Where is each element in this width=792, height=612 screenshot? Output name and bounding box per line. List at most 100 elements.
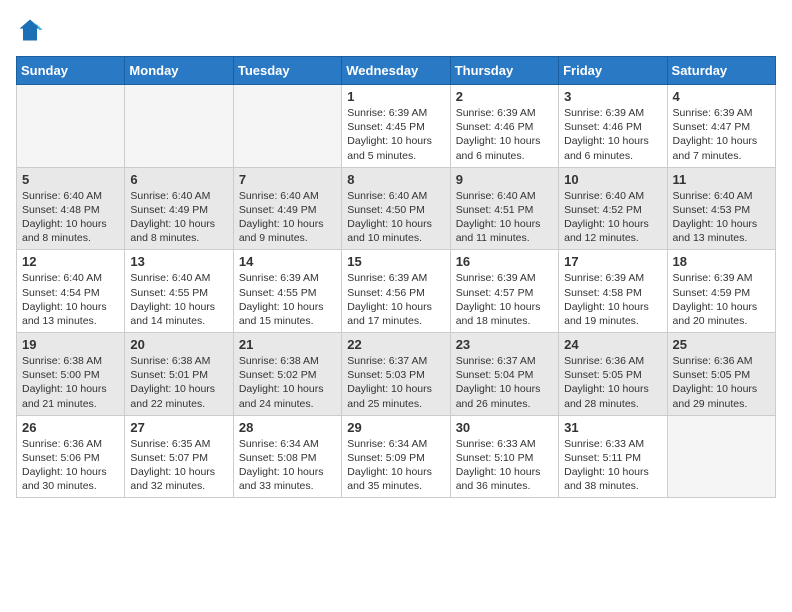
day-number: 31 [564, 420, 661, 435]
calendar-cell: 3 Sunrise: 6:39 AM Sunset: 4:46 PM Daylig… [559, 85, 667, 168]
day-number: 26 [22, 420, 119, 435]
weekday-header-saturday: Saturday [667, 57, 775, 85]
day-number: 29 [347, 420, 444, 435]
day-info: Sunrise: 6:39 AM Sunset: 4:59 PM Dayligh… [673, 271, 770, 328]
calendar-table: SundayMondayTuesdayWednesdayThursdayFrid… [16, 56, 776, 498]
day-info: Sunrise: 6:36 AM Sunset: 5:05 PM Dayligh… [564, 354, 661, 411]
weekday-header-monday: Monday [125, 57, 233, 85]
day-number: 11 [673, 172, 770, 187]
calendar-cell: 1 Sunrise: 6:39 AM Sunset: 4:45 PM Daylig… [342, 85, 450, 168]
day-info: Sunrise: 6:40 AM Sunset: 4:50 PM Dayligh… [347, 189, 444, 246]
weekday-header-thursday: Thursday [450, 57, 558, 85]
calendar-cell: 24 Sunrise: 6:36 AM Sunset: 5:05 PM Dayli… [559, 333, 667, 416]
day-number: 30 [456, 420, 553, 435]
calendar-cell: 4 Sunrise: 6:39 AM Sunset: 4:47 PM Daylig… [667, 85, 775, 168]
day-info: Sunrise: 6:39 AM Sunset: 4:46 PM Dayligh… [564, 106, 661, 163]
day-number: 25 [673, 337, 770, 352]
weekday-header-tuesday: Tuesday [233, 57, 341, 85]
day-number: 3 [564, 89, 661, 104]
day-number: 1 [347, 89, 444, 104]
day-info: Sunrise: 6:36 AM Sunset: 5:05 PM Dayligh… [673, 354, 770, 411]
day-number: 4 [673, 89, 770, 104]
calendar-cell: 14Sunrise: 6:39 AM Sunset: 4:55 PM Dayli… [233, 250, 341, 333]
day-number: 20 [130, 337, 227, 352]
day-number: 28 [239, 420, 336, 435]
calendar-cell: 29 Sunrise: 6:34 AM Sunset: 5:09 PM Dayli… [342, 415, 450, 498]
calendar-cell: 12 Sunrise: 6:40 AM Sunset: 4:54 PM Dayli… [17, 250, 125, 333]
day-number: 9 [456, 172, 553, 187]
calendar-week-row: 26 Sunrise: 6:36 AM Sunset: 5:06 PM Dayli… [17, 415, 776, 498]
calendar-cell [233, 85, 341, 168]
day-info: Sunrise: 6:38 AM Sunset: 5:02 PM Dayligh… [239, 354, 336, 411]
calendar-cell: 15 Sunrise: 6:39 AM Sunset: 4:56 PM Dayli… [342, 250, 450, 333]
day-info: Sunrise: 6:34 AM Sunset: 5:09 PM Dayligh… [347, 437, 444, 494]
day-info: Sunrise: 6:39 AM Sunset: 4:46 PM Dayligh… [456, 106, 553, 163]
calendar-cell: 17Sunrise: 6:39 AM Sunset: 4:58 PM Dayli… [559, 250, 667, 333]
day-number: 5 [22, 172, 119, 187]
weekday-header-row: SundayMondayTuesdayWednesdayThursdayFrid… [17, 57, 776, 85]
day-info: Sunrise: 6:37 AM Sunset: 5:03 PM Dayligh… [347, 354, 444, 411]
calendar-cell: 10 Sunrise: 6:40 AM Sunset: 4:52 PM Dayli… [559, 167, 667, 250]
day-number: 18 [673, 254, 770, 269]
day-number: 24 [564, 337, 661, 352]
calendar-week-row: 12 Sunrise: 6:40 AM Sunset: 4:54 PM Dayli… [17, 250, 776, 333]
day-info: Sunrise: 6:40 AM Sunset: 4:52 PM Dayligh… [564, 189, 661, 246]
calendar-cell: 11 Sunrise: 6:40 AM Sunset: 4:53 PM Dayli… [667, 167, 775, 250]
calendar-cell: 26 Sunrise: 6:36 AM Sunset: 5:06 PM Dayli… [17, 415, 125, 498]
calendar-cell: 30 Sunrise: 6:33 AM Sunset: 5:10 PM Dayli… [450, 415, 558, 498]
day-number: 19 [22, 337, 119, 352]
page-header [16, 16, 776, 44]
day-number: 7 [239, 172, 336, 187]
calendar-cell: 31 Sunrise: 6:33 AM Sunset: 5:11 PM Dayli… [559, 415, 667, 498]
calendar-week-row: 5 Sunrise: 6:40 AM Sunset: 4:48 PM Daylig… [17, 167, 776, 250]
day-number: 6 [130, 172, 227, 187]
calendar-cell: 13 Sunrise: 6:40 AM Sunset: 4:55 PM Dayli… [125, 250, 233, 333]
calendar-cell: 19Sunrise: 6:38 AM Sunset: 5:00 PM Dayli… [17, 333, 125, 416]
day-number: 14 [239, 254, 336, 269]
day-number: 2 [456, 89, 553, 104]
calendar-cell: 2 Sunrise: 6:39 AM Sunset: 4:46 PM Daylig… [450, 85, 558, 168]
calendar-cell: 18 Sunrise: 6:39 AM Sunset: 4:59 PM Dayli… [667, 250, 775, 333]
calendar-cell: 23Sunrise: 6:37 AM Sunset: 5:04 PM Dayli… [450, 333, 558, 416]
calendar-cell: 25 Sunrise: 6:36 AM Sunset: 5:05 PM Dayli… [667, 333, 775, 416]
day-info: Sunrise: 6:39 AM Sunset: 4:56 PM Dayligh… [347, 271, 444, 328]
logo-icon [16, 16, 44, 44]
day-info: Sunrise: 6:36 AM Sunset: 5:06 PM Dayligh… [22, 437, 119, 494]
calendar-cell: 6 Sunrise: 6:40 AM Sunset: 4:49 PM Daylig… [125, 167, 233, 250]
day-number: 10 [564, 172, 661, 187]
calendar-cell: 9Sunrise: 6:40 AM Sunset: 4:51 PM Daylig… [450, 167, 558, 250]
calendar-cell: 20 Sunrise: 6:38 AM Sunset: 5:01 PM Dayli… [125, 333, 233, 416]
day-info: Sunrise: 6:40 AM Sunset: 4:55 PM Dayligh… [130, 271, 227, 328]
day-number: 27 [130, 420, 227, 435]
day-info: Sunrise: 6:40 AM Sunset: 4:54 PM Dayligh… [22, 271, 119, 328]
day-info: Sunrise: 6:40 AM Sunset: 4:48 PM Dayligh… [22, 189, 119, 246]
day-info: Sunrise: 6:40 AM Sunset: 4:49 PM Dayligh… [239, 189, 336, 246]
day-info: Sunrise: 6:33 AM Sunset: 5:10 PM Dayligh… [456, 437, 553, 494]
day-number: 21 [239, 337, 336, 352]
calendar-week-row: 1 Sunrise: 6:39 AM Sunset: 4:45 PM Daylig… [17, 85, 776, 168]
day-number: 22 [347, 337, 444, 352]
calendar-cell: 21 Sunrise: 6:38 AM Sunset: 5:02 PM Dayli… [233, 333, 341, 416]
day-number: 12 [22, 254, 119, 269]
calendar-cell [667, 415, 775, 498]
logo [16, 16, 48, 44]
day-info: Sunrise: 6:38 AM Sunset: 5:01 PM Dayligh… [130, 354, 227, 411]
day-info: Sunrise: 6:35 AM Sunset: 5:07 PM Dayligh… [130, 437, 227, 494]
day-number: 15 [347, 254, 444, 269]
weekday-header-friday: Friday [559, 57, 667, 85]
day-info: Sunrise: 6:39 AM Sunset: 4:45 PM Dayligh… [347, 106, 444, 163]
day-info: Sunrise: 6:39 AM Sunset: 4:58 PM Dayligh… [564, 271, 661, 328]
calendar-cell: 16Sunrise: 6:39 AM Sunset: 4:57 PM Dayli… [450, 250, 558, 333]
calendar-cell: 8Sunrise: 6:40 AM Sunset: 4:50 PM Daylig… [342, 167, 450, 250]
day-number: 16 [456, 254, 553, 269]
weekday-header-sunday: Sunday [17, 57, 125, 85]
calendar-cell: 5 Sunrise: 6:40 AM Sunset: 4:48 PM Daylig… [17, 167, 125, 250]
day-info: Sunrise: 6:34 AM Sunset: 5:08 PM Dayligh… [239, 437, 336, 494]
calendar-cell: 27 Sunrise: 6:35 AM Sunset: 5:07 PM Dayli… [125, 415, 233, 498]
day-info: Sunrise: 6:39 AM Sunset: 4:47 PM Dayligh… [673, 106, 770, 163]
day-info: Sunrise: 6:33 AM Sunset: 5:11 PM Dayligh… [564, 437, 661, 494]
day-info: Sunrise: 6:40 AM Sunset: 4:49 PM Dayligh… [130, 189, 227, 246]
calendar-cell: 7 Sunrise: 6:40 AM Sunset: 4:49 PM Daylig… [233, 167, 341, 250]
day-info: Sunrise: 6:40 AM Sunset: 4:53 PM Dayligh… [673, 189, 770, 246]
day-number: 13 [130, 254, 227, 269]
